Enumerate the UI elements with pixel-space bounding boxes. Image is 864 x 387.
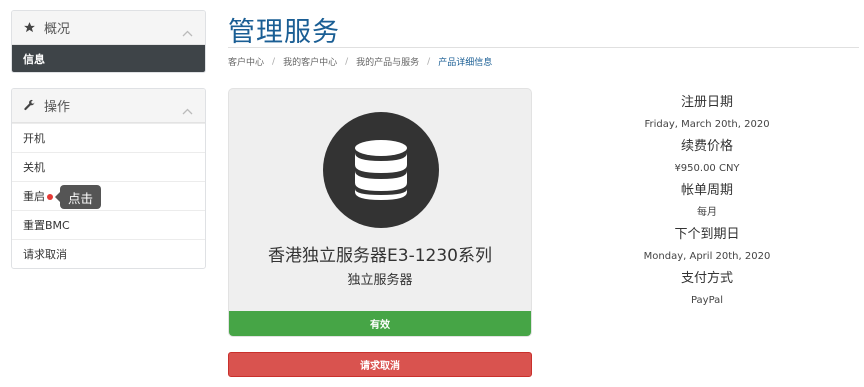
menu-item-label: 重启: [23, 190, 45, 203]
wrench-icon: [22, 99, 36, 113]
breadcrumb: 客户中心 / 我的客户中心 / 我的产品与服务 / 产品详细信息: [228, 55, 493, 69]
status-badge: 有效: [229, 311, 531, 336]
overview-panel-title: 概况: [44, 22, 71, 37]
actions-panel: 操作 开机 关机 重启 点击 重置BMC 请求取消: [11, 88, 206, 269]
next-due-date-label: 下个到期日: [674, 227, 740, 242]
menu-item-label: 重置BMC: [23, 219, 70, 232]
breadcrumb-client-center[interactable]: 客户中心: [228, 55, 264, 68]
product-name: 香港独立服务器E3-1230系列: [268, 246, 492, 266]
menu-item-label: 关机: [23, 161, 45, 174]
breadcrumb-my-client-center[interactable]: 我的客户中心: [283, 55, 337, 68]
billing-cycle-value: 每月: [697, 207, 717, 218]
registration-date-value: Friday, March 20th, 2020: [644, 119, 770, 130]
chevron-up-icon[interactable]: [182, 22, 193, 41]
database-icon: [323, 112, 439, 228]
service-details: 注册日期 Friday, March 20th, 2020 续费价格 ¥950.…: [628, 92, 786, 312]
overview-panel-header[interactable]: 概况: [12, 11, 205, 45]
renewal-price-label: 续费价格: [680, 139, 733, 154]
sidebar-item-power-on[interactable]: 开机: [12, 123, 205, 152]
sidebar-item-request-cancel[interactable]: 请求取消: [12, 239, 205, 268]
click-tooltip: 点击: [54, 185, 102, 209]
title-divider: [228, 47, 859, 48]
registration-date-label: 注册日期: [680, 95, 733, 110]
breadcrumb-products-services[interactable]: 我的产品与服务: [356, 55, 419, 68]
request-cancel-button[interactable]: 请求取消: [228, 352, 532, 377]
sidebar-item-reset-bmc[interactable]: 重置BMC: [12, 210, 205, 239]
actions-panel-header[interactable]: 操作: [12, 89, 205, 123]
page-title: 管理服务: [228, 17, 340, 48]
payment-method-label: 支付方式: [680, 271, 733, 286]
sidebar-item-info[interactable]: 信息: [12, 45, 205, 72]
payment-method-value: PayPal: [690, 295, 724, 306]
star-icon: [22, 21, 36, 35]
breadcrumb-separator: /: [345, 56, 349, 67]
actions-panel-title: 操作: [44, 100, 71, 115]
menu-item-label: 开机: [23, 132, 45, 145]
billing-cycle-label: 帐单周期: [680, 183, 733, 198]
renewal-price-value: ¥950.00 CNY: [674, 163, 740, 174]
product-type: 独立服务器: [347, 273, 413, 288]
breadcrumb-separator: /: [427, 56, 431, 67]
next-due-date-value: Monday, April 20th, 2020: [643, 251, 771, 262]
menu-item-label: 请求取消: [23, 248, 67, 261]
chevron-up-icon[interactable]: [182, 100, 193, 119]
product-card: 香港独立服务器E3-1230系列 独立服务器 有效: [228, 88, 532, 337]
breadcrumb-separator: /: [272, 56, 276, 67]
overview-panel: 概况 信息: [11, 10, 206, 73]
sidebar-item-power-off[interactable]: 关机: [12, 152, 205, 181]
sidebar-item-reboot[interactable]: 重启 点击: [12, 181, 205, 210]
click-indicator-dot: [47, 194, 53, 200]
breadcrumb-product-details: 产品详细信息: [438, 58, 493, 68]
